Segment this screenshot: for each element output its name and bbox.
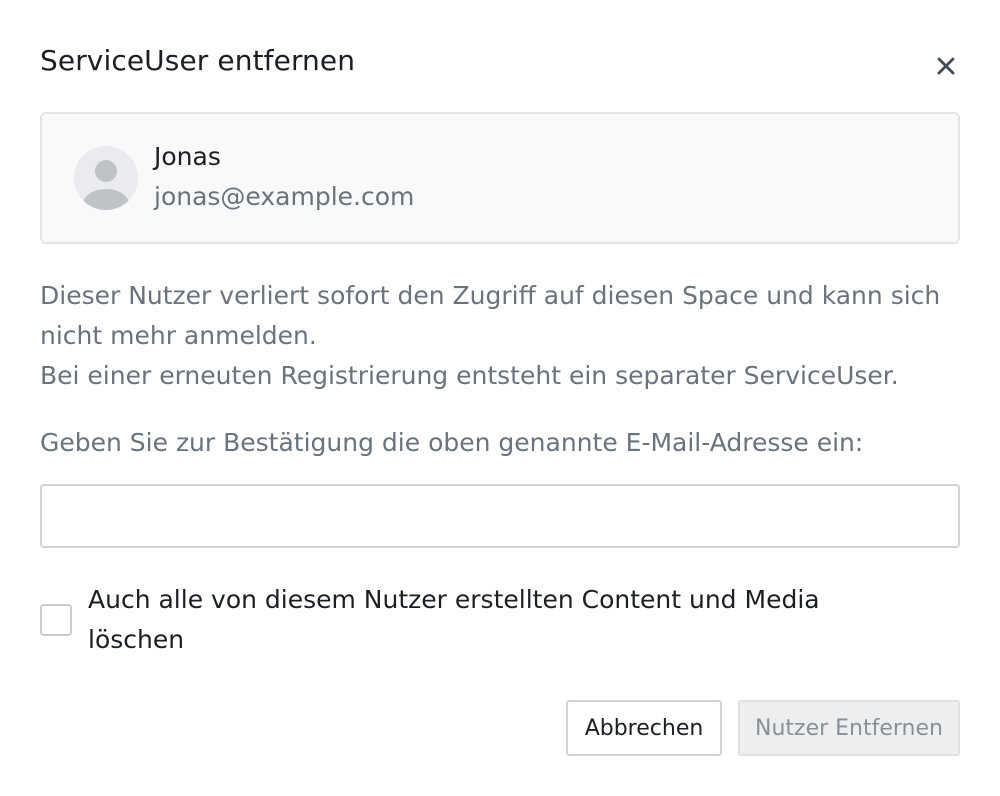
close-button[interactable] <box>934 54 958 78</box>
description-line-registration: Bei einer erneuten Registrierung entsteh… <box>40 361 899 390</box>
user-email: jonas@example.com <box>154 182 415 211</box>
cancel-button[interactable]: Abbrechen <box>566 700 722 756</box>
dialog-header: ServiceUser entfernen <box>40 44 960 88</box>
dialog-title: ServiceUser entfernen <box>40 44 356 77</box>
delete-content-checkbox[interactable] <box>40 604 72 636</box>
avatar <box>74 146 138 210</box>
user-card: Jonas jonas@example.com <box>40 112 960 244</box>
remove-user-button[interactable]: Nutzer Entfernen <box>738 700 960 756</box>
confirm-email-label: Geben Sie zur Bestätigung die oben genan… <box>40 428 864 457</box>
confirm-email-input[interactable] <box>40 484 960 548</box>
user-avatar-icon <box>83 160 129 210</box>
user-name: Jonas <box>154 142 221 171</box>
close-icon <box>934 54 958 78</box>
description-line-access: Dieser Nutzer verliert sofort den Zugrif… <box>40 281 941 350</box>
warning-description: Dieser Nutzer verliert sofort den Zugrif… <box>40 276 960 396</box>
delete-content-label[interactable]: Auch alle von diesem Nutzer erstellten C… <box>88 580 888 660</box>
remove-serviceuser-dialog: ServiceUser entfernen Jonas jonas@exampl… <box>0 0 1000 796</box>
